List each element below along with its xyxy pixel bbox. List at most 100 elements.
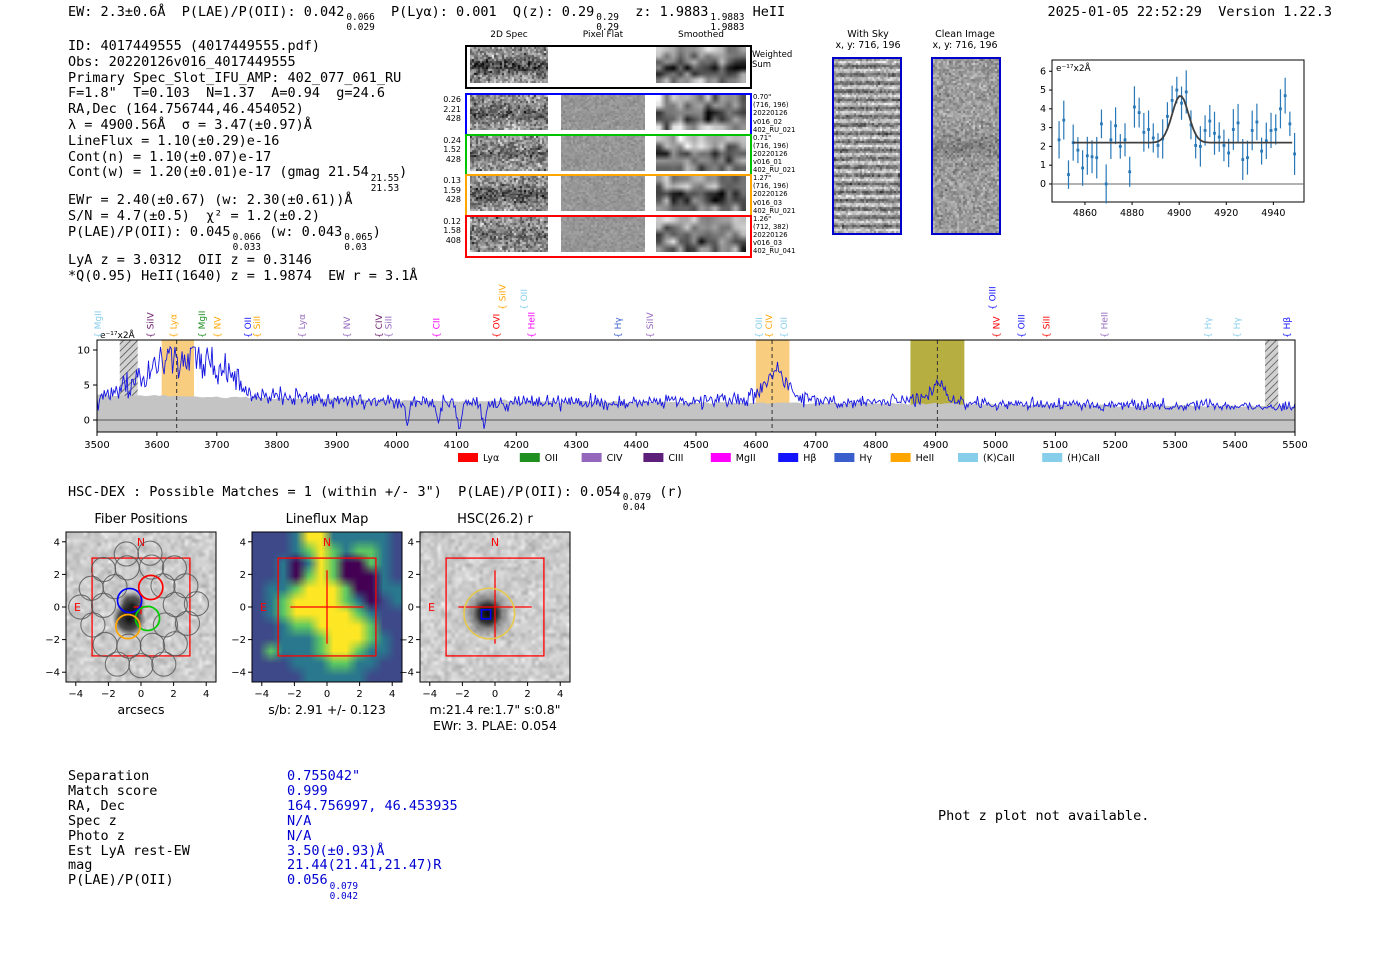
info-line: Primary Spec_Slot_IFU_AMP: 402_077_061_R… bbox=[68, 69, 402, 86]
x-tick-label: 2 bbox=[524, 689, 530, 700]
data-point bbox=[1184, 90, 1188, 94]
compass-east: E bbox=[74, 601, 81, 614]
match-table-row: RA, Dec 164.756997, 46.453935 bbox=[68, 797, 458, 814]
compass-north: N bbox=[323, 536, 331, 549]
spec2d-column-header: Pixel Flat bbox=[582, 30, 624, 40]
data-point bbox=[1085, 154, 1089, 158]
match-table-row: Match score 0.999 bbox=[68, 783, 458, 799]
data-point bbox=[1241, 158, 1245, 161]
legend-label: (H)CaII bbox=[1067, 453, 1100, 464]
y-tick-label: 0 bbox=[408, 603, 414, 614]
data-point bbox=[1057, 138, 1061, 142]
catalog-object-box bbox=[480, 608, 492, 620]
y-tick-label: −2 bbox=[45, 635, 60, 646]
data-point bbox=[1076, 148, 1080, 152]
data-point bbox=[1255, 120, 1259, 124]
emission-line-label: { HeII bbox=[1101, 312, 1111, 338]
stacked-uncertainty: 0.079 0.042 bbox=[329, 880, 359, 902]
timestamp-version: 2025-01-05 22:52:29 Version 1.22.3 bbox=[1048, 4, 1333, 20]
x-tick-label: 4 bbox=[203, 689, 209, 700]
info-line: S/N = 4.7(±0.5) χ² = 1.2(±0.2) bbox=[68, 208, 320, 225]
x-tick-label: 2 bbox=[356, 689, 362, 700]
x-tick-label: 4000 bbox=[384, 440, 409, 451]
data-point bbox=[1217, 135, 1221, 139]
x-tick-label: 4800 bbox=[863, 440, 888, 451]
data-point bbox=[1104, 182, 1108, 186]
spec2d-noise-image bbox=[470, 47, 548, 83]
stacked-uncertainty: 0.066 0.033 bbox=[232, 232, 261, 254]
data-point bbox=[1227, 151, 1231, 155]
match-field-label: Spec z bbox=[68, 812, 117, 829]
x-tick-label: 0 bbox=[138, 689, 144, 700]
legend-label: CIII bbox=[668, 453, 683, 464]
data-point bbox=[1246, 156, 1249, 160]
legend-swatch bbox=[834, 453, 855, 462]
data-point bbox=[1250, 129, 1254, 132]
data-point bbox=[1260, 149, 1264, 153]
match-table-row: mag 21.44(21.41,21.47)R bbox=[68, 858, 458, 873]
y-tick-label: −2 bbox=[231, 635, 246, 646]
emission-line-label: { HeII bbox=[527, 312, 537, 338]
data-point bbox=[1137, 111, 1141, 114]
data-point bbox=[1118, 145, 1122, 148]
y-tick-label: 0 bbox=[240, 603, 246, 614]
fiber-circle bbox=[113, 541, 139, 567]
match-field-value: N/A bbox=[287, 827, 312, 844]
fiber-circle bbox=[173, 573, 199, 599]
x-tick-label: 4900 bbox=[923, 440, 948, 451]
legend-label: MgII bbox=[736, 453, 756, 464]
x-tick-label: 3500 bbox=[84, 440, 109, 451]
spec2d-row-left-stats: 0.24 1.52 428 bbox=[443, 135, 461, 164]
spec2d-row-left-stats: 0.12 1.58 408 bbox=[443, 216, 461, 245]
cutout-caption: m:21.4 re:1.7" s:0.8" bbox=[429, 702, 561, 717]
line-fit-plot: 0 1 2 3 4 5 6 4860 4880 4900 4920 4940 e⁻¹⁷x2Å bbox=[1040, 59, 1305, 219]
match-table-row: Spec z N/A bbox=[68, 812, 458, 829]
x-tick-label: 3800 bbox=[264, 440, 289, 451]
data-point bbox=[1156, 144, 1160, 147]
legend-swatch bbox=[519, 453, 540, 462]
data-point bbox=[1090, 155, 1094, 159]
fiber-circle bbox=[128, 653, 154, 679]
match-field-value: 164.756997, 46.453935 bbox=[287, 797, 458, 814]
x-tick-label: 4600 bbox=[743, 440, 768, 451]
smoothed-image bbox=[656, 135, 746, 171]
data-point bbox=[1288, 122, 1292, 126]
emission-line-label: { OII bbox=[755, 317, 765, 338]
data-point bbox=[1142, 130, 1146, 134]
y-tick-label: 0 bbox=[84, 416, 90, 427]
fiber-plot-overlay: −4−4−2−2002244 NE bbox=[45, 531, 217, 700]
x-tick-label: 4400 bbox=[623, 440, 648, 451]
emission-line-label: { OIII bbox=[1017, 314, 1027, 338]
emission-line-label: { OVI bbox=[493, 314, 503, 338]
detection-info-block: ID: 4017449555 (4017449555.pdf) Obs: 2022… bbox=[68, 38, 418, 285]
stacked-uncertainty: 21.55 21.53 bbox=[370, 172, 400, 194]
y-tick-label: 1 bbox=[1040, 160, 1046, 171]
fiber-circle bbox=[90, 556, 117, 583]
y-tick-label: 5 bbox=[1040, 85, 1046, 96]
emission-line-label: { MgII bbox=[198, 311, 208, 338]
emission-line-label: { SiII bbox=[1042, 316, 1052, 338]
data-point bbox=[1274, 128, 1278, 131]
x-tick-label: 5100 bbox=[1043, 440, 1068, 451]
data-point bbox=[1067, 173, 1070, 176]
emission-line-label: { Lyα bbox=[298, 314, 308, 338]
x-tick-label: 4900 bbox=[1167, 208, 1191, 219]
x-tick-label: 4700 bbox=[803, 440, 828, 451]
weighted-sum-label: Weighted Sum bbox=[752, 50, 793, 70]
data-point bbox=[1222, 144, 1226, 147]
compass-east: E bbox=[428, 601, 435, 614]
x-tick-label: −2 bbox=[455, 689, 470, 700]
selected-fiber-circle bbox=[116, 587, 143, 614]
data-point bbox=[1062, 118, 1066, 122]
y-tick-label: −4 bbox=[231, 668, 246, 679]
x-tick-label: 4 bbox=[557, 689, 563, 700]
info-line: Cont(w) = 1.20(±0.01)e-17 (gmag 21.54 21.… bbox=[68, 164, 408, 194]
match-field-label: P(LAE)/P(OII) bbox=[68, 872, 174, 889]
emission-line-label: { NV bbox=[993, 316, 1003, 338]
emission-line-label: { SiIV bbox=[646, 312, 656, 338]
match-field-value: 0.755042" bbox=[287, 768, 361, 784]
x-tick-label: 4200 bbox=[504, 440, 529, 451]
hsc-plot-overlay: −4 −4 −2 −2 0 0 2 2 4 4 N E bbox=[399, 531, 571, 700]
legend-swatch bbox=[710, 453, 731, 462]
data-point bbox=[1100, 122, 1103, 126]
